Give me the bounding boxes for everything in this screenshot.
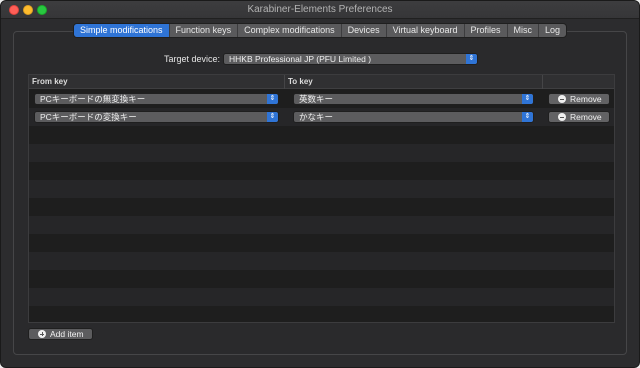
window-title: Karabiner-Elements Preferences	[247, 4, 393, 15]
empty-table-row	[29, 288, 614, 306]
tab-profiles[interactable]: Profiles	[465, 24, 508, 37]
to-key-value: 英数キー	[299, 94, 334, 104]
target-device-select[interactable]: HHKB Professional JP (PFU Limited ) ⇕	[223, 53, 478, 65]
column-divider	[542, 75, 543, 89]
from-key-value: PCキーボードの変換キー	[40, 112, 137, 122]
updown-chevron-icon: ⇕	[267, 94, 278, 104]
empty-table-row	[29, 180, 614, 198]
add-item-button[interactable]: Add item	[28, 328, 93, 340]
plus-circle-icon	[38, 330, 46, 338]
tab-complex-modifications[interactable]: Complex modifications	[238, 24, 342, 37]
from-key-header: From key	[32, 77, 68, 86]
tab-virtual-keyboard[interactable]: Virtual keyboard	[387, 24, 465, 37]
empty-table-row	[29, 234, 614, 252]
updown-chevron-icon: ⇕	[522, 94, 533, 104]
empty-table-row	[29, 252, 614, 270]
table-header: From key To key	[29, 75, 614, 89]
empty-table-row	[29, 162, 614, 180]
from-key-select[interactable]: PCキーボードの変換キー ⇕	[34, 111, 279, 123]
tab-devices[interactable]: Devices	[342, 24, 387, 37]
remove-button[interactable]: Remove	[548, 93, 610, 105]
tab-function-keys[interactable]: Function keys	[170, 24, 239, 37]
minus-circle-icon	[558, 95, 566, 103]
preferences-window: Karabiner-Elements Preferences Target de…	[0, 0, 640, 368]
empty-table-row	[29, 126, 614, 144]
target-device-value: HHKB Professional JP (PFU Limited )	[229, 54, 372, 64]
from-key-value: PCキーボードの無変換キー	[40, 94, 146, 104]
to-key-header: To key	[288, 77, 313, 86]
remove-label: Remove	[570, 112, 602, 122]
minus-circle-icon	[558, 113, 566, 121]
tab-misc[interactable]: Misc	[508, 24, 540, 37]
updown-chevron-icon: ⇕	[522, 112, 533, 122]
column-divider	[284, 75, 285, 89]
title-bar[interactable]: Karabiner-Elements Preferences	[1, 1, 639, 19]
empty-table-row	[29, 216, 614, 234]
tab-bar: Simple modifications Function keys Compl…	[73, 23, 568, 38]
to-key-value: かなキー	[299, 112, 334, 122]
table-row: PCキーボードの無変換キー ⇕ 英数キー ⇕ Remove	[29, 90, 614, 108]
tab-simple-modifications[interactable]: Simple modifications	[74, 24, 170, 37]
simple-modifications-panel: Target device: HHKB Professional JP (PFU…	[13, 31, 627, 355]
empty-table-row	[29, 144, 614, 162]
empty-table-row	[29, 198, 614, 216]
remove-label: Remove	[570, 94, 602, 104]
to-key-select[interactable]: 英数キー ⇕	[293, 93, 534, 105]
empty-table-row	[29, 270, 614, 288]
tab-log[interactable]: Log	[539, 24, 566, 37]
target-device-label: Target device:	[164, 54, 221, 64]
updown-chevron-icon: ⇕	[466, 54, 477, 64]
empty-table-row	[29, 306, 614, 322]
from-key-select[interactable]: PCキーボードの無変換キー ⇕	[34, 93, 279, 105]
table-row: PCキーボードの変換キー ⇕ かなキー ⇕ Remove	[29, 108, 614, 126]
add-item-label: Add item	[50, 329, 84, 339]
remove-button[interactable]: Remove	[548, 111, 610, 123]
modifications-table: From key To key PCキーボードの無変換キー ⇕ 英数キー ⇕ Remov…	[28, 74, 615, 323]
updown-chevron-icon: ⇕	[267, 112, 278, 122]
to-key-select[interactable]: かなキー ⇕	[293, 111, 534, 123]
